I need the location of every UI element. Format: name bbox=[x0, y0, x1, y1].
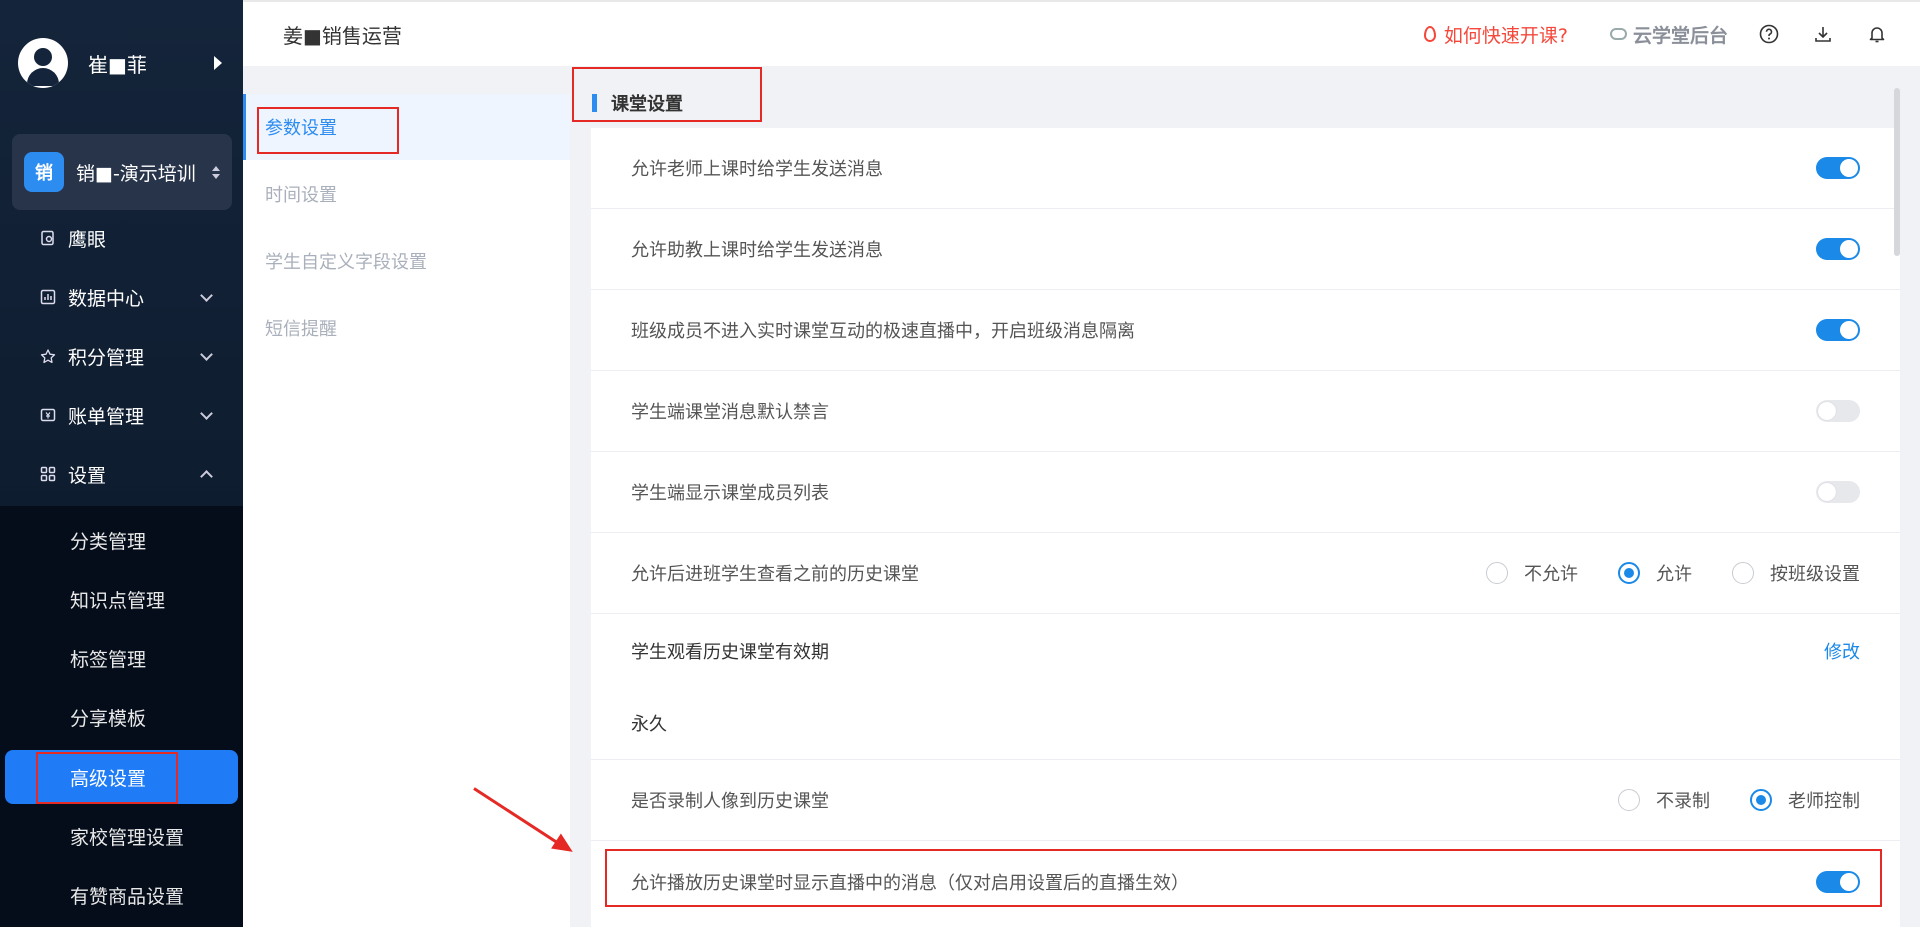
setting-label: 允许助教上课时给学生发送消息 bbox=[631, 240, 883, 261]
sub-item-home-school[interactable]: 家校管理设置 bbox=[0, 811, 243, 861]
quick-start-label: 如何快速开课? bbox=[1443, 24, 1568, 47]
eye-document-icon bbox=[40, 230, 56, 246]
setting-label: 是否录制人像到历史课堂 bbox=[631, 791, 829, 812]
radio-label: 允许 bbox=[1656, 564, 1692, 585]
setting-row: 允许助教上课时给学生发送消息 bbox=[591, 209, 1900, 290]
quick-start-link[interactable]: 如何快速开课? bbox=[1423, 21, 1568, 48]
annotation-box-param-settings bbox=[257, 107, 399, 154]
toggle-switch[interactable] bbox=[1816, 400, 1860, 422]
scrollbar-thumb[interactable] bbox=[1894, 88, 1900, 256]
radio-circle bbox=[1750, 789, 1772, 811]
sort-icon bbox=[212, 165, 220, 179]
org-name: 销■-演示培训 bbox=[76, 162, 196, 185]
radio-circle bbox=[1732, 562, 1754, 584]
settings-panel: 允许老师上课时给学生发送消息 允许助教上课时给学生发送消息 班级成员不进入实时课… bbox=[591, 128, 1900, 927]
help-icon[interactable] bbox=[1758, 23, 1780, 45]
setting-row: 是否录制人像到历史课堂 不录制 老师控制 bbox=[591, 760, 1900, 841]
nav-label: 设置 bbox=[68, 464, 107, 487]
sub-item-youzan-goods[interactable]: 有赞商品设置 bbox=[0, 870, 243, 920]
setting-row: 学生观看历史课堂有效期 修改 永久 bbox=[591, 614, 1900, 760]
chevron-down-icon bbox=[200, 406, 213, 420]
radio-circle bbox=[1618, 789, 1640, 811]
nav-item-eagle-eye[interactable]: 鹰眼 bbox=[0, 213, 243, 263]
radio-circle bbox=[1618, 562, 1640, 584]
user-name: 崔■菲 bbox=[88, 52, 147, 77]
nav-label: 鹰眼 bbox=[68, 228, 107, 251]
radio-group: 不允许 允许 按班级设置 bbox=[1446, 560, 1860, 586]
bell-icon[interactable] bbox=[1866, 23, 1888, 45]
nav-item-settings[interactable]: 设置 bbox=[0, 449, 243, 499]
setting-label: 班级成员不进入实时课堂互动的极速直播中，开启班级消息隔离 bbox=[631, 321, 1135, 342]
menu-sms-reminder[interactable]: 短信提醒 bbox=[243, 295, 570, 361]
setting-row: 允许老师上课时给学生发送消息 bbox=[591, 128, 1900, 209]
settings-menu: 参数设置 时间设置 学生自定义字段设置 短信提醒 bbox=[243, 94, 570, 927]
sub-item-category[interactable]: 分类管理 bbox=[0, 515, 243, 565]
edit-link[interactable]: 修改 bbox=[1824, 638, 1860, 664]
org-switcher[interactable]: 销 销■-演示培训 bbox=[12, 134, 232, 210]
backend-label: 云学堂后台 bbox=[1632, 24, 1728, 47]
download-icon[interactable] bbox=[1812, 23, 1834, 45]
setting-label: 允许后进班学生查看之前的历史课堂 bbox=[631, 564, 919, 585]
radio-option[interactable]: 不录制 bbox=[1618, 787, 1710, 813]
annotation-box-section-title bbox=[572, 67, 762, 122]
setting-value: 永久 bbox=[631, 714, 667, 735]
nav-label: 数据中心 bbox=[68, 287, 145, 310]
chevron-down-icon bbox=[200, 347, 213, 361]
setting-label: 学生端课堂消息默认禁言 bbox=[631, 402, 829, 423]
nav-label: 积分管理 bbox=[68, 346, 145, 369]
radio-label: 不允许 bbox=[1524, 564, 1578, 585]
setting-label: 学生端显示课堂成员列表 bbox=[631, 483, 829, 504]
setting-label: 允许老师上课时给学生发送消息 bbox=[631, 159, 883, 180]
nav-item-billing[interactable]: 账单管理 bbox=[0, 390, 243, 440]
menu-time-settings[interactable]: 时间设置 bbox=[243, 161, 570, 227]
star-icon bbox=[40, 348, 56, 364]
annotation-box-history-messages bbox=[605, 849, 1882, 907]
main-content: 课堂设置 允许老师上课时给学生发送消息 允许助教上课时给学生发送消息 班级成员不… bbox=[570, 66, 1920, 927]
radio-circle bbox=[1486, 562, 1508, 584]
sub-item-tags[interactable]: 标签管理 bbox=[0, 633, 243, 683]
sub-item-knowledge[interactable]: 知识点管理 bbox=[0, 574, 243, 624]
sub-item-share-template[interactable]: 分享模板 bbox=[0, 692, 243, 742]
setting-label: 学生观看历史课堂有效期 bbox=[631, 642, 829, 663]
radio-option[interactable]: 不允许 bbox=[1486, 560, 1578, 586]
setting-row: 学生端课堂消息默认禁言 bbox=[591, 371, 1900, 452]
top-header: 姜■销售运营 如何快速开课? 云学堂后台 bbox=[243, 0, 1920, 66]
user-profile[interactable]: 崔■菲 bbox=[18, 38, 228, 88]
radio-group: 不录制 老师控制 bbox=[1578, 787, 1860, 813]
toggle-switch[interactable] bbox=[1816, 157, 1860, 179]
toggle-switch[interactable] bbox=[1816, 238, 1860, 260]
radio-label: 不录制 bbox=[1656, 791, 1710, 812]
menu-student-custom-fields[interactable]: 学生自定义字段设置 bbox=[243, 228, 570, 294]
nav-label: 账单管理 bbox=[68, 405, 145, 428]
nav-item-data-center[interactable]: 数据中心 bbox=[0, 272, 243, 322]
page-title: 姜■销售运营 bbox=[283, 23, 402, 48]
radio-label: 按班级设置 bbox=[1770, 564, 1860, 585]
chevron-down-icon bbox=[200, 288, 213, 302]
nav-item-points[interactable]: 积分管理 bbox=[0, 331, 243, 381]
sync-icon bbox=[1609, 28, 1627, 40]
setting-row: 班级成员不进入实时课堂互动的极速直播中，开启班级消息隔离 bbox=[591, 290, 1900, 371]
chevron-up-icon bbox=[200, 469, 213, 483]
toggle-switch[interactable] bbox=[1816, 481, 1860, 503]
setting-row: 学生端显示课堂成员列表 bbox=[591, 452, 1900, 533]
radio-label: 老师控制 bbox=[1788, 791, 1860, 812]
toggle-switch[interactable] bbox=[1816, 319, 1860, 341]
flame-icon bbox=[1423, 26, 1436, 42]
caret-right-icon[interactable] bbox=[214, 56, 222, 70]
bill-icon bbox=[40, 407, 56, 423]
backend-link[interactable]: 云学堂后台 bbox=[1609, 21, 1728, 48]
grid-icon bbox=[40, 466, 56, 482]
annotation-box-advanced-settings bbox=[36, 752, 178, 804]
radio-option[interactable]: 老师控制 bbox=[1750, 787, 1860, 813]
setting-row: 允许后进班学生查看之前的历史课堂 不允许 允许 按班级设置 bbox=[591, 533, 1900, 614]
radio-option[interactable]: 允许 bbox=[1618, 560, 1692, 586]
radio-option[interactable]: 按班级设置 bbox=[1732, 560, 1860, 586]
org-badge: 销 bbox=[24, 152, 64, 192]
avatar bbox=[18, 38, 68, 88]
chart-icon bbox=[40, 289, 56, 305]
